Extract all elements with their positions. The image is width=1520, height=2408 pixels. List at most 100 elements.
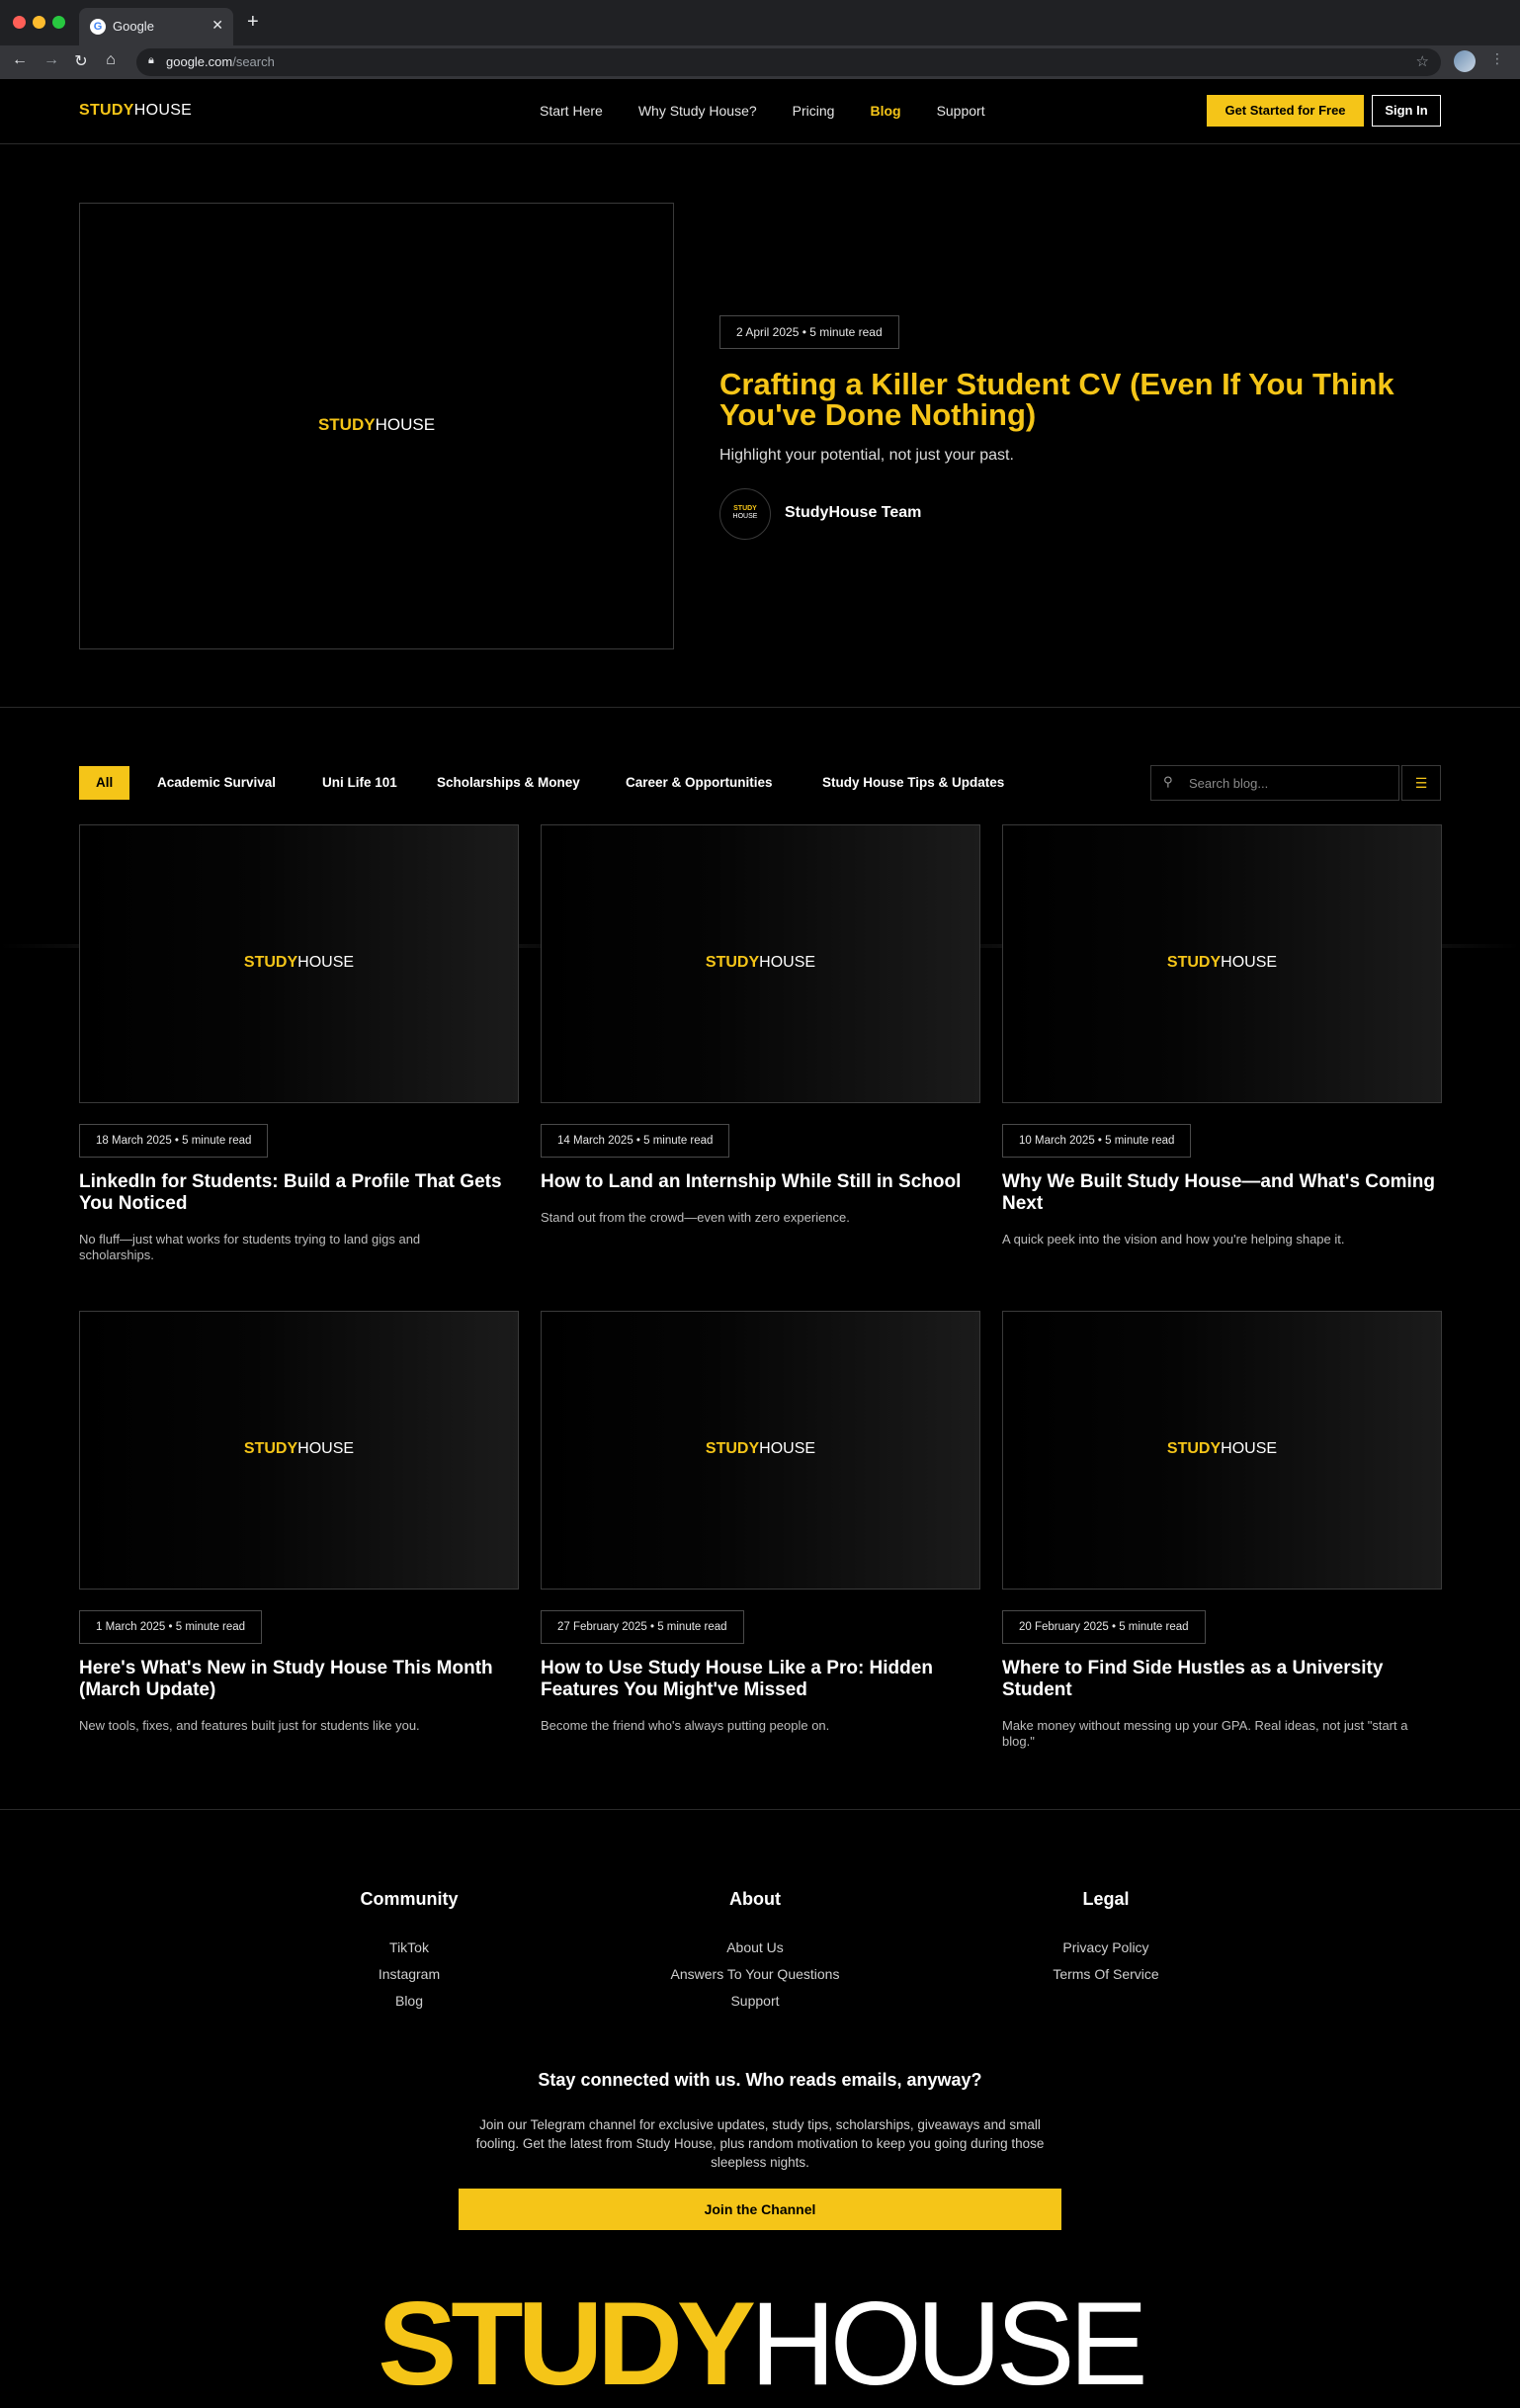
newsletter-text: Join our Telegram channel for exclusive … (475, 2117, 1045, 2170)
image-placeholder-logo: STUDYHOUSE (243, 1440, 355, 1457)
category-filter-bar: All Academic Survival Uni Life 101 Schol… (79, 765, 1441, 801)
nav-support[interactable]: Support (937, 103, 985, 119)
filter-study-house-tips[interactable]: Study House Tips & Updates (822, 766, 1004, 800)
main-nav: Start Here Why Study House? Pricing Blog… (540, 103, 1021, 119)
featured-post-subtitle: Highlight your potential, not just your … (719, 447, 1014, 464)
image-placeholder-logo: STUDYHOUSE (243, 954, 355, 971)
post-image[interactable]: STUDYHOUSE (79, 1311, 519, 1590)
list-view-icon[interactable]: ☰ (1401, 765, 1441, 801)
post-title[interactable]: Why We Built Study House—and What's Comi… (1002, 1171, 1442, 1215)
footer-link-about-us[interactable]: About Us (636, 1935, 874, 1961)
post-meta: 18 March 2025 • 5 minute read (79, 1124, 269, 1158)
footer-link-privacy[interactable]: Privacy Policy (987, 1935, 1224, 1961)
site-footer: Community TikTok Instagram Blog About Ab… (0, 1809, 1520, 2408)
post-card[interactable]: STUDYHOUSE 18 March 2025 • 5 minute read… (79, 824, 519, 1279)
post-image[interactable]: STUDYHOUSE (541, 1311, 980, 1590)
filter-scholarships-money[interactable]: Scholarships & Money (437, 766, 580, 800)
post-meta: 27 February 2025 • 5 minute read (541, 1610, 744, 1644)
post-card[interactable]: STUDYHOUSE 27 February 2025 • 5 minute r… (541, 1311, 980, 1765)
author-name: StudyHouse Team (785, 504, 922, 521)
bookmark-star-icon[interactable]: ☆ (1416, 52, 1429, 70)
forward-icon[interactable]: → (42, 51, 61, 69)
post-meta: 14 March 2025 • 5 minute read (541, 1124, 730, 1158)
search-input[interactable] (1189, 774, 1387, 792)
filter-all[interactable]: All (79, 766, 130, 800)
site-logo[interactable]: STUDYHOUSE (79, 102, 192, 120)
image-placeholder-logo: STUDYHOUSE (317, 415, 436, 434)
post-card[interactable]: STUDYHOUSE 14 March 2025 • 5 minute read… (541, 824, 980, 1279)
join-channel-button[interactable]: Join the Channel (459, 2189, 1061, 2230)
blog-search: ⚲ (1150, 765, 1399, 801)
new-tab-icon[interactable]: + (247, 12, 259, 32)
filter-academic-survival[interactable]: Academic Survival (157, 766, 276, 800)
footer-heading: About (729, 1889, 781, 1909)
nav-start-here[interactable]: Start Here (540, 103, 603, 119)
post-excerpt: A quick peek into the vision and how you… (1002, 1232, 1345, 1247)
footer-community: Community TikTok Instagram Blog (291, 1889, 528, 2015)
post-meta: 1 March 2025 • 5 minute read (79, 1610, 263, 1644)
reload-icon[interactable]: ↻ (71, 51, 91, 71)
maximize-window-button[interactable] (52, 16, 65, 29)
featured-post-title[interactable]: Crafting a Killer Student CV (Even If Yo… (719, 369, 1441, 430)
nav-pricing[interactable]: Pricing (793, 103, 835, 119)
newsletter-heading: Stay connected with us. Who reads emails… (538, 2070, 982, 2090)
post-image[interactable]: STUDYHOUSE (1002, 824, 1442, 1103)
footer-about: About About Us Answers To Your Questions… (636, 1889, 874, 2015)
nav-blog[interactable]: Blog (870, 103, 900, 119)
post-excerpt: Stand out from the crowd—even with zero … (541, 1210, 850, 1225)
post-card[interactable]: STUDYHOUSE 20 February 2025 • 5 minute r… (1002, 1311, 1442, 1765)
address-bar[interactable]: 🔒︎ google.com/search ☆ (136, 48, 1441, 76)
image-placeholder-logo: STUDYHOUSE (705, 1440, 816, 1457)
author-avatar: STUDY HOUSE (719, 488, 771, 540)
post-meta: 20 February 2025 • 5 minute read (1002, 1610, 1206, 1644)
post-card[interactable]: STUDYHOUSE 1 March 2025 • 5 minute read … (79, 1311, 519, 1765)
featured-post-meta: 2 April 2025 • 5 minute read (719, 315, 899, 349)
tab-strip: G Google ✕ + (0, 0, 1520, 45)
lock-icon: 🔒︎ (148, 54, 154, 66)
back-icon[interactable]: ← (10, 51, 30, 69)
post-card[interactable]: STUDYHOUSE 10 March 2025 • 5 minute read… (1002, 824, 1442, 1279)
site-header: STUDYHOUSE Start Here Why Study House? P… (0, 79, 1520, 144)
post-title[interactable]: Where to Find Side Hustles as a Universi… (1002, 1658, 1442, 1701)
post-title[interactable]: How to Land an Internship While Still in… (541, 1171, 980, 1193)
featured-post-image[interactable]: STUDYHOUSE (79, 203, 674, 649)
close-window-button[interactable] (13, 16, 26, 29)
post-excerpt: New tools, fixes, and features built jus… (79, 1718, 420, 1733)
image-placeholder-logo: STUDYHOUSE (705, 954, 816, 971)
footer-heading: Legal (1082, 1889, 1130, 1909)
post-image[interactable]: STUDYHOUSE (541, 824, 980, 1103)
footer-legal: Legal Privacy Policy Terms Of Service (987, 1889, 1224, 1988)
home-icon[interactable]: ⌂ (101, 51, 121, 69)
minimize-window-button[interactable] (33, 16, 45, 29)
url-text: google.com/search (166, 54, 275, 69)
footer-link-instagram[interactable]: Instagram (291, 1961, 528, 1988)
tab-close-icon[interactable]: ✕ (211, 17, 223, 34)
filter-uni-life-101[interactable]: Uni Life 101 (322, 766, 397, 800)
browser-tab[interactable]: G Google ✕ (79, 8, 233, 45)
post-title[interactable]: How to Use Study House Like a Pro: Hidde… (541, 1658, 980, 1701)
filter-career-opportunities[interactable]: Career & Opportunities (626, 766, 773, 800)
footer-brand-logo: STUDYHOUSE (378, 2278, 1147, 2408)
image-placeholder-logo: STUDYHOUSE (1166, 954, 1278, 971)
footer-link-terms[interactable]: Terms Of Service (987, 1961, 1224, 1988)
footer-link-tiktok[interactable]: TikTok (291, 1935, 528, 1961)
browser-menu-icon[interactable]: ⋮ (1490, 50, 1504, 67)
footer-link-support[interactable]: Support (636, 1988, 874, 2015)
featured-post: STUDYHOUSE 2 April 2025 • 5 minute read … (0, 144, 1520, 708)
tab-title: Google (113, 19, 154, 34)
post-excerpt: Make money without messing up your GPA. … (1002, 1718, 1408, 1749)
post-title[interactable]: LinkedIn for Students: Build a Profile T… (79, 1171, 519, 1215)
browser-chrome: G Google ✕ + ← → ↻ ⌂ 🔒︎ google.com/searc… (0, 0, 1520, 79)
post-image[interactable]: STUDYHOUSE (1002, 1311, 1442, 1590)
profile-avatar[interactable] (1454, 50, 1476, 72)
footer-link-blog[interactable]: Blog (291, 1988, 528, 2015)
get-started-button[interactable]: Get Started for Free (1207, 95, 1364, 127)
footer-link-faq[interactable]: Answers To Your Questions (636, 1961, 874, 1988)
sign-in-button[interactable]: Sign In (1372, 95, 1441, 127)
browser-toolbar: ← → ↻ ⌂ 🔒︎ google.com/search ☆ ⋮ (0, 45, 1520, 79)
post-meta: 10 March 2025 • 5 minute read (1002, 1124, 1192, 1158)
post-image[interactable]: STUDYHOUSE (79, 824, 519, 1103)
nav-why-study-house[interactable]: Why Study House? (638, 103, 757, 119)
post-title[interactable]: Here's What's New in Study House This Mo… (79, 1658, 519, 1701)
footer-heading: Community (360, 1889, 459, 1909)
